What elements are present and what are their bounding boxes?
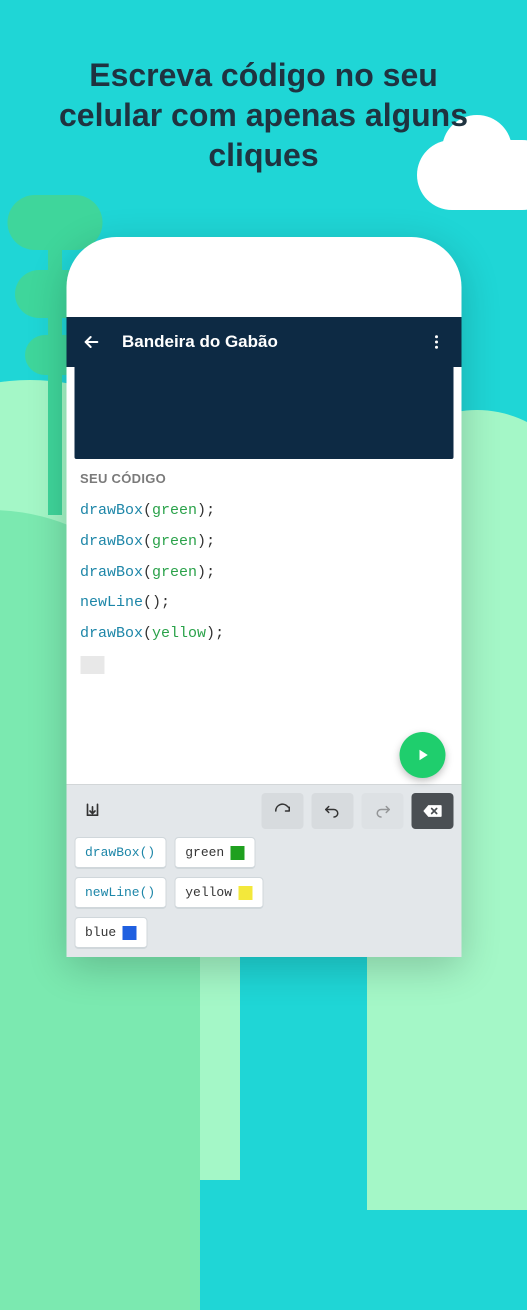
redo-forward-button (361, 793, 403, 829)
overflow-menu-button[interactable] (425, 331, 447, 353)
app-bar-title: Bandeira do Gabão (122, 332, 425, 352)
app-bar: Bandeira do Gabão (66, 317, 461, 367)
kebab-vert-icon (427, 333, 445, 351)
arrow-left-icon (81, 332, 101, 352)
redo-button[interactable] (261, 793, 303, 829)
code-cursor (80, 656, 104, 674)
token-fn[interactable]: drawBox() (74, 837, 166, 869)
token-label: drawBox() (85, 845, 155, 860)
phone-mockup: Bandeira do Gabão SEU CÓDIGO drawBox(gre… (66, 237, 461, 957)
code-line: drawBox(green); (80, 496, 447, 527)
redo-forward-icon (373, 802, 391, 820)
back-button[interactable] (80, 331, 102, 353)
color-swatch (230, 846, 244, 860)
color-swatch (238, 886, 252, 900)
code-line: drawBox(green); (80, 527, 447, 558)
run-button[interactable] (399, 732, 445, 778)
token-keyboard: drawBox() newLine() blue green yellow (66, 784, 461, 957)
token-color[interactable]: blue (74, 917, 147, 949)
color-swatch (122, 926, 136, 940)
token-label: newLine() (85, 885, 155, 900)
token-label: yellow (185, 885, 232, 900)
token-label: green (185, 845, 224, 860)
token-fn[interactable]: newLine() (74, 877, 166, 909)
code-line: drawBox(green); (80, 558, 447, 589)
code-section-label: SEU CÓDIGO (80, 471, 447, 486)
token-color[interactable]: green (174, 837, 255, 869)
backspace-icon (422, 803, 442, 819)
refresh-icon (273, 802, 291, 820)
token-label: blue (85, 925, 116, 940)
code-line: drawBox(yellow); (80, 619, 447, 650)
play-icon (413, 746, 431, 764)
download-button[interactable] (74, 793, 110, 829)
code-editor[interactable]: SEU CÓDIGO drawBox(green);drawBox(green)… (66, 471, 461, 784)
token-color[interactable]: yellow (174, 877, 263, 909)
undo-button[interactable] (311, 793, 353, 829)
app-screen: Bandeira do Gabão SEU CÓDIGO drawBox(gre… (66, 317, 461, 957)
code-line: newLine(); (80, 588, 447, 619)
undo-icon (323, 802, 341, 820)
output-preview (74, 367, 453, 459)
promo-headline: Escreva código no seu celular com apenas… (0, 0, 527, 175)
code-lines: drawBox(green);drawBox(green);drawBox(gr… (80, 496, 447, 650)
backspace-button[interactable] (411, 793, 453, 829)
download-icon (82, 801, 102, 821)
